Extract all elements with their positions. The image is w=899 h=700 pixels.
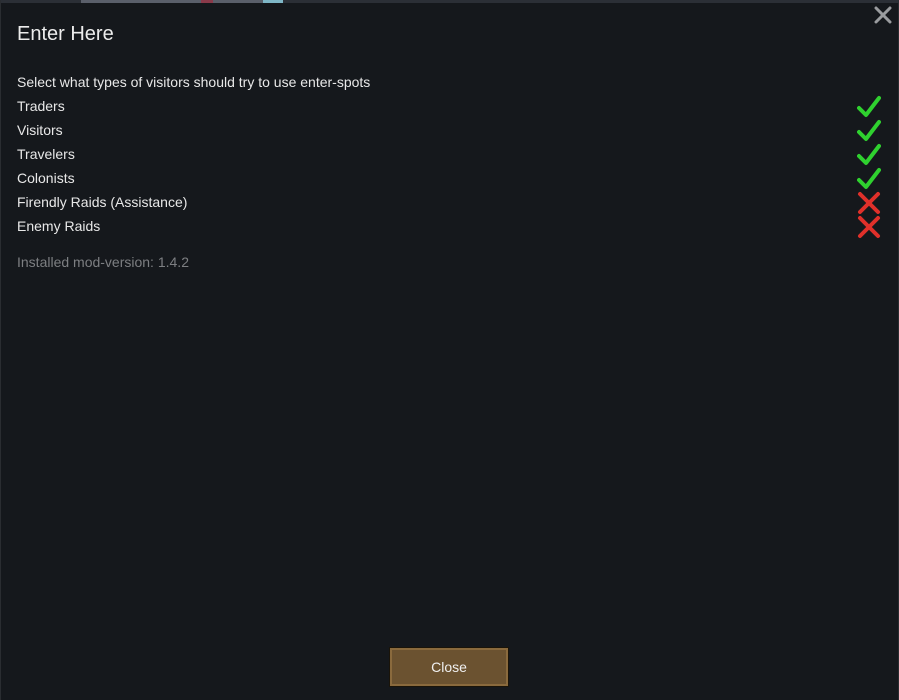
dialog-window: Enter Here Select what types of visitors… (0, 0, 899, 700)
option-label: Travelers (17, 146, 75, 162)
cross-icon[interactable] (857, 215, 881, 239)
check-icon[interactable] (857, 167, 881, 191)
option-label: Colonists (17, 170, 75, 186)
option-colonists[interactable]: Colonists (17, 166, 885, 190)
check-icon[interactable] (857, 95, 881, 119)
option-enemy-raids[interactable]: Enemy Raids (17, 214, 885, 238)
background-strip (1, 0, 899, 3)
option-visitors[interactable]: Visitors (17, 118, 885, 142)
option-label: Visitors (17, 122, 63, 138)
option-traders[interactable]: Traders (17, 94, 885, 118)
check-icon[interactable] (857, 143, 881, 167)
option-label: Firendly Raids (Assistance) (17, 194, 188, 210)
option-label: Enemy Raids (17, 218, 101, 234)
cross-icon[interactable] (857, 191, 881, 215)
visitor-type-list: Traders Visitors Travelers Colonists Fir… (17, 94, 885, 238)
check-icon[interactable] (857, 119, 881, 143)
dialog-title: Enter Here (17, 23, 114, 45)
option-label: Traders (17, 98, 65, 114)
mod-version-text: Installed mod-version: 1.4.2 (17, 254, 189, 270)
close-icon[interactable] (872, 4, 894, 26)
option-friendly-raids[interactable]: Firendly Raids (Assistance) (17, 190, 885, 214)
option-travelers[interactable]: Travelers (17, 142, 885, 166)
close-button[interactable]: Close (389, 647, 509, 687)
dialog-description: Select what types of visitors should try… (17, 74, 371, 90)
